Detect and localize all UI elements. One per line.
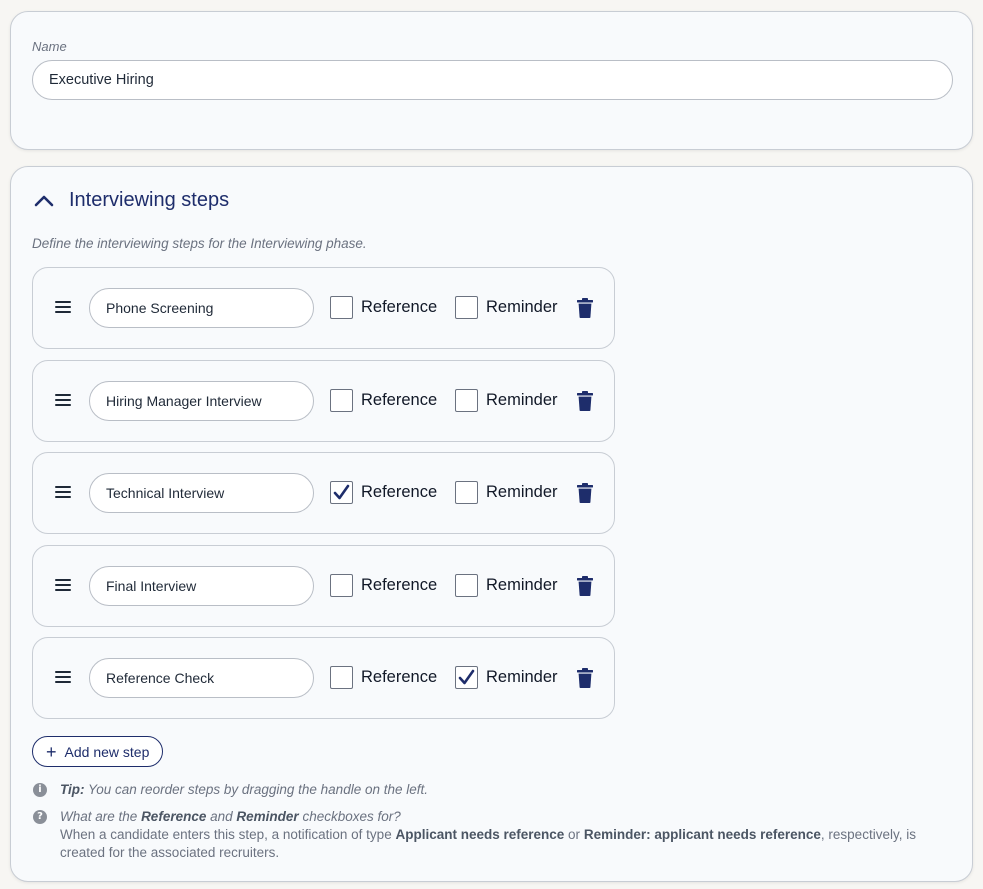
step-row-5: Reference Reminder: [32, 637, 615, 719]
reminder-check-box[interactable]: [455, 573, 478, 597]
reminder-check-box[interactable]: [455, 481, 478, 504]
add-step-label: Add new step: [64, 743, 150, 760]
interviewing-steps-card: Interviewing steps Define the interviewi…: [10, 166, 973, 882]
reference-checkbox[interactable]: Reference: [330, 388, 438, 412]
tip-text: You can reorder steps by dragging the ha…: [88, 782, 429, 797]
step-name-input[interactable]: [89, 288, 314, 328]
drag-handle-icon[interactable]: [55, 301, 71, 315]
reference-label: Reference: [361, 575, 438, 594]
reference-checkbox[interactable]: Reference: [330, 573, 438, 597]
step-row-4: Reference Reminder: [32, 544, 615, 627]
reminder-check-box[interactable]: [455, 666, 478, 689]
reminder-check-box[interactable]: [455, 388, 478, 412]
step-name-input[interactable]: [89, 380, 314, 421]
reminder-checkbox[interactable]: Reminder: [455, 481, 558, 504]
name-input[interactable]: [32, 60, 953, 100]
drag-handle-icon[interactable]: [55, 671, 71, 685]
steps-list: Reference Reminder Reference Reminder: [32, 267, 615, 730]
reminder-label: Reminder: [486, 483, 558, 501]
reference-checkbox[interactable]: Reference: [330, 666, 437, 689]
tip-hint: i Tip: You can reorder steps by dragging…: [33, 781, 428, 799]
step-row-2: Reference Reminder: [32, 359, 615, 442]
info-icon: i: [33, 783, 47, 797]
trash-icon[interactable]: [577, 390, 593, 411]
section-title: Interviewing steps: [69, 189, 230, 211]
reference-label: Reference: [361, 668, 438, 686]
reminder-label: Reminder: [486, 668, 558, 686]
help-question: What are the Reference and Reminder chec…: [60, 809, 401, 824]
step-row-3: Reference Reminder: [32, 452, 615, 534]
reference-check-box[interactable]: [330, 666, 353, 689]
reference-label: Reference: [361, 483, 438, 501]
name-card: Name: [10, 11, 973, 150]
drag-handle-icon[interactable]: [55, 578, 71, 593]
trash-icon[interactable]: [577, 575, 593, 596]
tip-label: Tip:: [60, 782, 85, 797]
trash-icon[interactable]: [577, 483, 593, 503]
reminder-label: Reminder: [486, 390, 558, 409]
reference-checkbox[interactable]: Reference: [330, 481, 437, 504]
plus-icon: +: [46, 741, 57, 762]
reference-check-box[interactable]: [330, 296, 353, 319]
step-name-input[interactable]: [89, 658, 314, 698]
trash-icon[interactable]: [577, 298, 593, 318]
add-step-button[interactable]: + Add new step: [32, 736, 164, 767]
reminder-check-box[interactable]: [455, 296, 478, 319]
reminder-checkbox[interactable]: Reminder: [455, 666, 558, 689]
step-name-input[interactable]: [89, 565, 314, 606]
reference-check-box[interactable]: [330, 388, 353, 412]
help-hint: ? What are the Reference and Reminder ch…: [33, 808, 933, 862]
reminder-label: Reminder: [486, 298, 558, 316]
help-answer: When a candidate enters this step, a not…: [60, 827, 916, 860]
chevron-up-icon[interactable]: [33, 190, 55, 212]
question-icon: ?: [33, 810, 47, 824]
reminder-checkbox[interactable]: Reminder: [455, 296, 558, 319]
drag-handle-icon[interactable]: [55, 393, 71, 408]
reference-check-box[interactable]: [330, 573, 353, 597]
reference-checkbox[interactable]: Reference: [330, 296, 437, 319]
section-toggle[interactable]: Interviewing steps: [33, 189, 229, 212]
reminder-checkbox[interactable]: Reminder: [455, 573, 558, 597]
reference-label: Reference: [361, 390, 438, 409]
section-description: Define the interviewing steps for the In…: [32, 236, 367, 251]
trash-icon[interactable]: [577, 668, 593, 688]
reminder-checkbox[interactable]: Reminder: [455, 388, 558, 412]
reference-check-box[interactable]: [330, 481, 353, 504]
step-row-1: Reference Reminder: [32, 267, 615, 349]
drag-handle-icon[interactable]: [55, 486, 71, 500]
reminder-label: Reminder: [486, 575, 558, 594]
step-name-input[interactable]: [89, 473, 314, 513]
name-label: Name: [32, 39, 67, 54]
reference-label: Reference: [361, 298, 438, 316]
